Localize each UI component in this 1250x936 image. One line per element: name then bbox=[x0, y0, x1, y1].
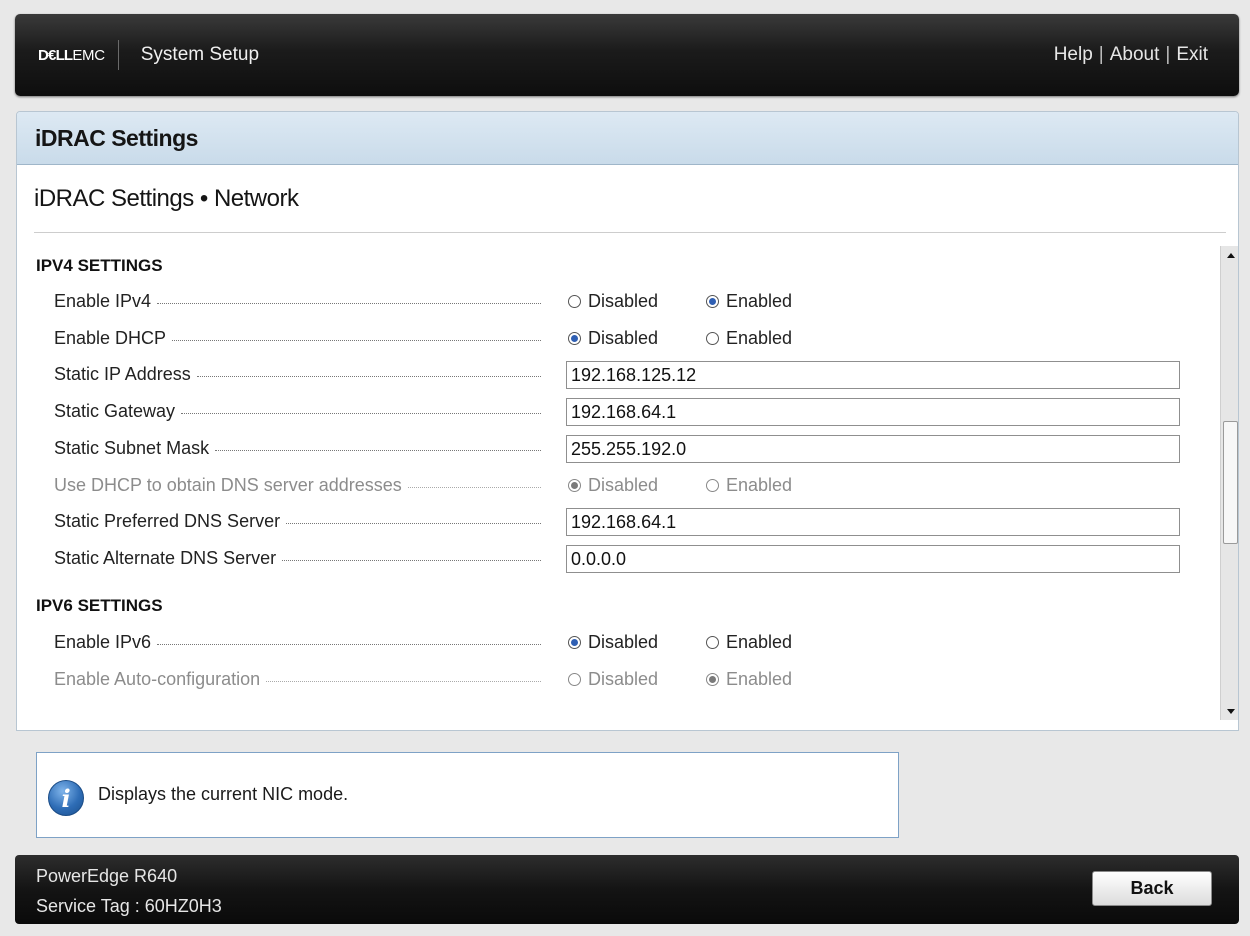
panel-title: iDRAC Settings bbox=[35, 124, 198, 151]
enable-ipv6-label: Enable IPv6 bbox=[54, 627, 541, 657]
radio-circle bbox=[568, 294, 581, 308]
radio-circle bbox=[568, 478, 581, 492]
static-gateway-input[interactable]: 192.168.64.1 bbox=[566, 398, 1180, 426]
enable-ipv4-disabled-radio[interactable]: Disabled bbox=[568, 286, 658, 316]
back-button[interactable]: Back bbox=[1092, 871, 1212, 906]
static-subnet-input[interactable]: 255.255.192.0 bbox=[566, 435, 1180, 463]
service-tag: Service Tag : 60HZ0H3 bbox=[36, 896, 222, 916]
dhcp-dns-row: Use DHCP to obtain DNS server addresses … bbox=[17, 470, 1217, 500]
about-link[interactable]: About bbox=[1110, 44, 1160, 66]
preferred-dns-label: Static Preferred DNS Server bbox=[54, 506, 541, 536]
dhcp-dns-disabled-radio: Disabled bbox=[568, 470, 658, 500]
nav-separator: | bbox=[1098, 44, 1104, 65]
enable-dhcp-disabled-radio[interactable]: Disabled bbox=[568, 323, 658, 353]
static-gateway-label: Static Gateway bbox=[54, 396, 541, 426]
logo-dell-text: D€LL bbox=[38, 46, 73, 64]
radio-circle bbox=[568, 331, 581, 345]
ipv4-section-title: IPV4 SETTINGS bbox=[36, 256, 163, 275]
radio-circle bbox=[568, 635, 581, 649]
enable-ipv6-enabled-radio[interactable]: Enabled bbox=[706, 627, 792, 657]
top-nav: Help | About | Exit bbox=[1054, 44, 1208, 66]
ipv6-section-title: IPV6 SETTINGS bbox=[36, 596, 163, 615]
idrac-settings-panel: iDRAC Settings iDRAC Settings • Network … bbox=[16, 111, 1239, 731]
auto-config-label: Enable Auto-configuration bbox=[54, 664, 541, 694]
dhcp-dns-label: Use DHCP to obtain DNS server addresses bbox=[54, 470, 541, 500]
radio-circle bbox=[706, 672, 719, 686]
dhcp-dns-enabled-radio: Enabled bbox=[706, 470, 792, 500]
nav-separator: | bbox=[1165, 44, 1171, 65]
settings-content: IPV4 SETTINGS Enable IPv4 Disabled Enabl… bbox=[17, 246, 1217, 730]
help-text: Displays the current NIC mode. bbox=[98, 784, 349, 804]
static-ip-row: Static IP Address 192.168.125.12 bbox=[17, 359, 1217, 389]
auto-config-disabled-radio: Disabled bbox=[568, 664, 658, 694]
scroll-thumb[interactable] bbox=[1223, 421, 1238, 544]
enable-ipv6-row: Enable IPv6 Disabled Enabled bbox=[17, 627, 1217, 657]
preferred-dns-row: Static Preferred DNS Server 192.168.64.1 bbox=[17, 506, 1217, 536]
system-model: PowerEdge R640 bbox=[36, 866, 178, 886]
preferred-dns-input[interactable]: 192.168.64.1 bbox=[566, 508, 1180, 536]
scroll-down-button[interactable] bbox=[1221, 702, 1238, 720]
panel-header: iDRAC Settings bbox=[17, 112, 1238, 165]
arrow-down-icon bbox=[1226, 708, 1235, 714]
radio-circle bbox=[568, 672, 581, 686]
enable-ipv4-label: Enable IPv4 bbox=[54, 286, 541, 316]
radio-circle bbox=[706, 478, 719, 492]
enable-ipv6-disabled-radio[interactable]: Disabled bbox=[568, 627, 658, 657]
vertical-scrollbar[interactable] bbox=[1220, 246, 1238, 720]
radio-circle bbox=[706, 331, 719, 345]
static-subnet-label: Static Subnet Mask bbox=[54, 433, 541, 463]
static-gateway-row: Static Gateway 192.168.64.1 bbox=[17, 396, 1217, 426]
radio-circle bbox=[706, 635, 719, 649]
scroll-up-button[interactable] bbox=[1221, 246, 1238, 264]
footer-bar: PowerEdge R640 Service Tag : 60HZ0H3 Bac… bbox=[15, 855, 1239, 924]
app-title: System Setup bbox=[140, 44, 260, 65]
page-title: iDRAC Settings • Network bbox=[34, 165, 1226, 233]
enable-dhcp-label: Enable DHCP bbox=[54, 323, 541, 353]
arrow-up-icon bbox=[1226, 252, 1235, 258]
enable-ipv4-row: Enable IPv4 Disabled Enabled bbox=[17, 286, 1217, 316]
auto-config-enabled-radio: Enabled bbox=[706, 664, 792, 694]
dell-emc-logo: D€LL EMC bbox=[38, 40, 105, 70]
alternate-dns-label: Static Alternate DNS Server bbox=[54, 543, 541, 573]
enable-dhcp-row: Enable DHCP Disabled Enabled bbox=[17, 323, 1217, 353]
enable-dhcp-enabled-radio[interactable]: Enabled bbox=[706, 323, 792, 353]
static-ip-label: Static IP Address bbox=[54, 359, 541, 389]
alternate-dns-input[interactable]: 0.0.0.0 bbox=[566, 545, 1180, 573]
alternate-dns-row: Static Alternate DNS Server 0.0.0.0 bbox=[17, 543, 1217, 573]
enable-ipv4-enabled-radio[interactable]: Enabled bbox=[706, 286, 792, 316]
static-subnet-row: Static Subnet Mask 255.255.192.0 bbox=[17, 433, 1217, 463]
top-header-bar: D€LL EMC System Setup Help | About | Exit bbox=[15, 14, 1239, 96]
info-icon: i bbox=[48, 780, 84, 816]
logo-emc-text: EMC bbox=[72, 46, 105, 64]
exit-link[interactable]: Exit bbox=[1176, 44, 1208, 66]
header-divider bbox=[117, 40, 119, 70]
help-description-box: i Displays the current NIC mode. bbox=[36, 752, 899, 838]
static-ip-input[interactable]: 192.168.125.12 bbox=[566, 361, 1180, 389]
auto-config-row: Enable Auto-configuration Disabled Enabl… bbox=[17, 664, 1217, 694]
help-link[interactable]: Help bbox=[1054, 44, 1093, 66]
radio-circle bbox=[706, 294, 719, 308]
